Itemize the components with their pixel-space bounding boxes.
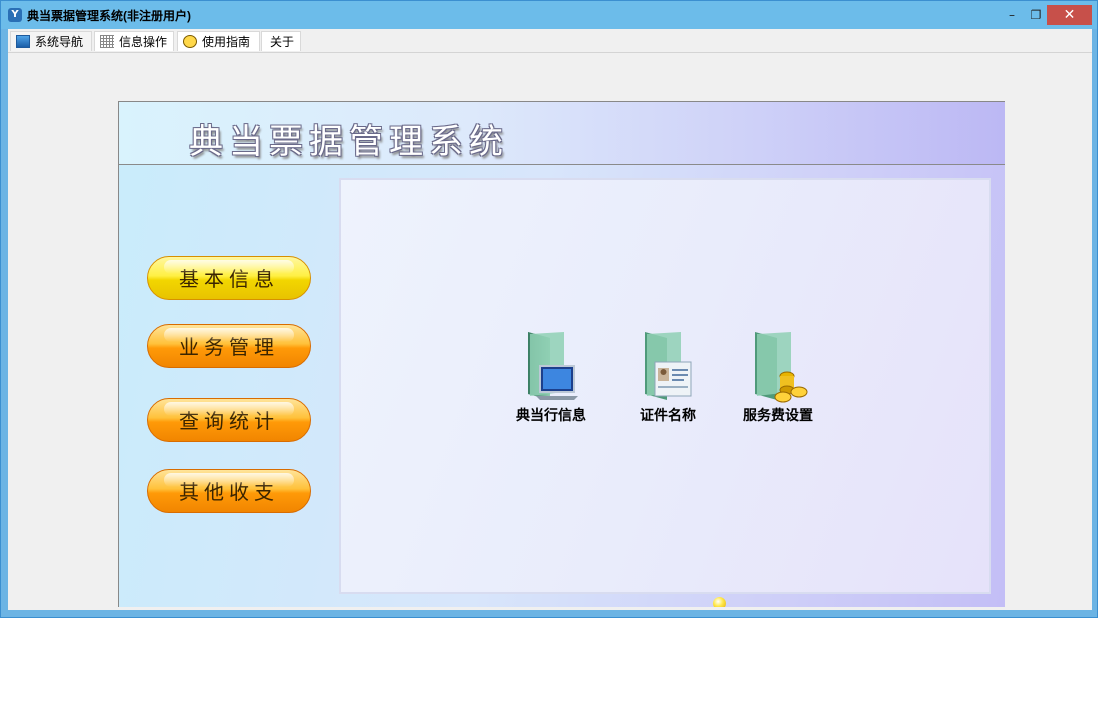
pawnshop-info-item[interactable]: 典当行信息 (496, 328, 606, 425)
tab-label: 使用指南 (202, 35, 251, 49)
id-document-name-item[interactable]: 证件名称 (613, 328, 723, 425)
banner: 典当票据管理系统 (119, 102, 1005, 165)
folder-monitor-icon (520, 328, 582, 404)
folder-coins-icon (747, 328, 809, 404)
light-bulb-icon (713, 597, 726, 607)
restore-button[interactable]: ❐ (1025, 5, 1047, 25)
item-label: 证件名称 (640, 408, 696, 424)
window-title: 典当票据管理系统(非注册用户) (27, 9, 191, 23)
other-income-expense-button[interactable]: 其他收支 (147, 469, 311, 513)
item-label: 服务费设置 (743, 408, 813, 424)
business-management-button[interactable]: 业务管理 (147, 324, 311, 368)
title-bar[interactable]: Y 典当票据管理系统(非注册用户) – ❐ ✕ (1, 1, 1097, 29)
tab-label: 信息操作 (119, 35, 168, 49)
query-statistics-button[interactable]: 查询统计 (147, 398, 311, 442)
clock-icon (183, 35, 197, 48)
app-icon: Y (8, 8, 22, 22)
tab-label: 系统导航 (35, 35, 84, 49)
item-label: 典当行信息 (516, 408, 586, 424)
tab-user-guide[interactable]: 使用指南 (177, 31, 260, 51)
navigation-panel: 典当票据管理系统 基本信息 业务管理 查询统计 其他收支 典当行信息 证件名称 … (118, 101, 1005, 607)
tab-about[interactable]: 关于 (261, 31, 301, 51)
banner-title: 典当票据管理系统 (189, 122, 509, 162)
tab-system-nav[interactable]: 系统导航 (10, 31, 92, 51)
service-fee-settings-item[interactable]: 服务费设置 (723, 328, 833, 425)
basic-info-button[interactable]: 基本信息 (147, 256, 311, 300)
minimize-button[interactable]: – (1001, 5, 1023, 25)
tab-label: 关于 (270, 35, 295, 49)
client-area: 系统导航 信息操作 使用指南 关于 典当票据管理系统 基本信息 业务管理 查询统… (8, 29, 1092, 610)
grid-icon (100, 35, 114, 48)
folder-id-card-icon (637, 328, 699, 404)
tab-info-ops[interactable]: 信息操作 (94, 31, 174, 51)
tab-bar: 系统导航 信息操作 使用指南 关于 (8, 31, 1092, 53)
content-area: 典当行信息 证件名称 服务费设置 (339, 178, 991, 594)
close-button[interactable]: ✕ (1047, 5, 1092, 25)
main-window: Y 典当票据管理系统(非注册用户) – ❐ ✕ 系统导航 信息操作 使用指南 关… (0, 0, 1098, 618)
monitor-icon (16, 35, 30, 48)
